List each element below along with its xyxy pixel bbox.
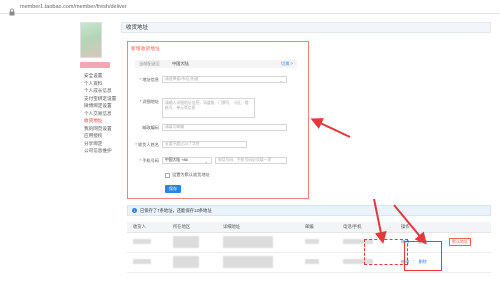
- cell-postcode: [299, 232, 337, 253]
- region-change-link[interactable]: 切换 >: [281, 60, 293, 68]
- sidebar-item-profile[interactable]: 个人资料: [84, 80, 124, 88]
- cell-default: 默认地址: [443, 232, 491, 253]
- detail-address-row: * 详细地址 请输入详细地址信息，如道路、门牌号、小区、楼栋号、单元等信息: [128, 98, 308, 118]
- cell-receiver: [127, 252, 167, 273]
- col-postcode: 邮编: [299, 222, 337, 233]
- postcode-row: 邮政编码 请填写邮编: [128, 124, 308, 131]
- save-button[interactable]: 保存: [165, 185, 181, 193]
- sidebar-item-trade[interactable]: 个人交易信息: [84, 110, 124, 118]
- detail-address-label: * 详细地址: [139, 99, 159, 104]
- receiver-name-label: * 收货人姓名: [135, 142, 159, 147]
- phone-country-value: 中国大陆 +86: [165, 158, 188, 162]
- table-header-row: 收货人 所在地区 详细地址 邮编 电话/手机 操作: [127, 222, 491, 233]
- region-label: 当前配送至: [139, 61, 160, 66]
- phone-row: * 手机号码 中国大陆 +86 ⌄ 电话号码、手机号码必须填一项: [128, 157, 308, 164]
- info-bar: i 已保存了7条地址，还能保存13条地址: [127, 205, 491, 216]
- region-row: 当前配送至 中国大陆 切换 >: [135, 60, 297, 68]
- address-select-placeholder: 请选择省/市/区/街道: [165, 77, 199, 81]
- sidebar-item-web-settings[interactable]: 我的网页设置: [84, 125, 124, 133]
- chevron-down-icon: ⌄: [204, 159, 208, 164]
- sidebar-item-security[interactable]: 安全设置: [84, 72, 124, 80]
- cell-detail: [217, 232, 299, 253]
- cell-postcode: [299, 252, 337, 273]
- receiver-name-input[interactable]: 长度不超过25个字符: [162, 141, 247, 148]
- col-detail: 详细地址: [217, 222, 299, 233]
- cell-receiver: [127, 232, 167, 253]
- side-nav: 安全设置 个人资料 个人成长信息 支付宝绑定设置 微博绑定设置 个人交易信息 收…: [84, 72, 124, 155]
- form-title: 新增收货地址: [131, 47, 160, 52]
- col-receiver: 收货人: [127, 222, 167, 233]
- default-address-checkbox-label: 设置为默认收货地址: [172, 172, 210, 177]
- info-icon: i: [132, 208, 137, 213]
- region-value: 中国大陆: [171, 61, 189, 66]
- highlight-default-box: [404, 241, 442, 271]
- address-info-label: * 地址信息: [139, 77, 159, 82]
- address-info-row: * 地址信息 请选择省/市/区/街道 ⌄: [128, 76, 308, 83]
- avatar[interactable]: [80, 22, 102, 58]
- sidebar-item-address[interactable]: 收货地址: [84, 117, 124, 125]
- sidebar-item-share[interactable]: 分享绑定: [84, 140, 124, 148]
- phone-country-select[interactable]: 中国大陆 +86 ⌄: [162, 157, 212, 164]
- receiver-name-row: * 收货人姓名 长度不超过25个字符: [128, 141, 308, 148]
- default-address-tag: 默认地址: [449, 238, 471, 246]
- cell-default: [443, 252, 491, 273]
- url-text: member1.taobao.com/member/fresh/deliver: [20, 3, 127, 10]
- chevron-down-icon: ⌄: [279, 78, 283, 83]
- cell-region: [167, 252, 217, 273]
- arrow-to-form: [310, 118, 351, 138]
- browser-url-bar[interactable]: member1.taobao.com/member/fresh/deliver: [0, 0, 500, 15]
- postcode-label: 邮政编码: [142, 125, 159, 130]
- col-actions: 操作: [395, 222, 443, 233]
- phone-input[interactable]: 电话号码、手机号码必须填一项: [215, 157, 287, 164]
- col-default: [443, 222, 491, 233]
- detail-address-textarea[interactable]: 请输入详细地址信息，如道路、门牌号、小区、楼栋号、单元等信息: [162, 98, 255, 118]
- postcode-input[interactable]: 请填写邮编: [162, 124, 287, 131]
- section-title: 收货地址: [121, 22, 491, 33]
- sidebar-item-growth[interactable]: 个人成长信息: [84, 87, 124, 95]
- lock-icon: [8, 3, 16, 15]
- default-address-checkbox[interactable]: [165, 172, 170, 178]
- new-address-form: 新增收货地址 当前配送至 中国大陆 切换 > * 地址信息 请选择省/市/区/街…: [127, 41, 309, 199]
- sidebar-item-company[interactable]: 公司信息维护: [84, 147, 124, 155]
- cell-region: [167, 232, 217, 253]
- col-phone: 电话/手机: [337, 222, 395, 233]
- address-select[interactable]: 请选择省/市/区/街道 ⌄: [162, 76, 287, 83]
- default-address-checkbox-row[interactable]: 设置为默认收货地址: [165, 172, 210, 178]
- sidebar-item-weibo[interactable]: 微博绑定设置: [84, 102, 124, 110]
- highlight-edit-box: [364, 239, 408, 265]
- sidebar-item-alipay[interactable]: 支付宝绑定设置: [84, 95, 124, 103]
- info-text: 已保存了7条地址，还能保存13条地址: [140, 208, 212, 213]
- sidebar-item-app-auth[interactable]: 应用授权: [84, 132, 124, 140]
- col-region: 所在地区: [167, 222, 217, 233]
- cell-detail: [217, 252, 299, 273]
- username-blurred: [80, 62, 110, 68]
- phone-label: * 手机号码: [139, 158, 159, 163]
